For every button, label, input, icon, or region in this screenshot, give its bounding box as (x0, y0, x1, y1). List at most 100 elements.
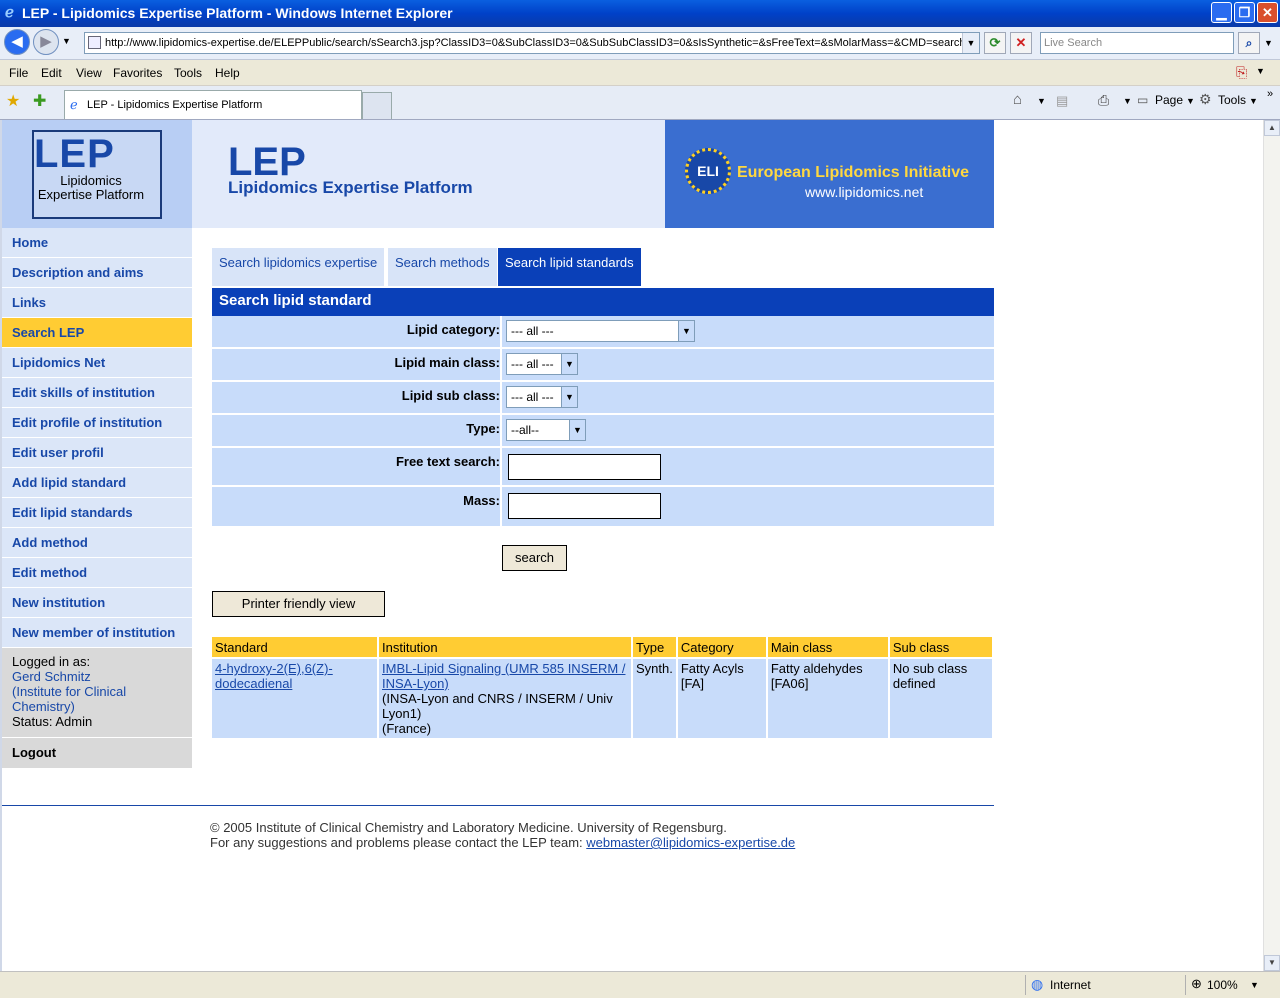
close-button[interactable]: ✕ (1257, 2, 1278, 23)
site-subtitle: Lipidomics Expertise Platform (228, 178, 473, 197)
menu-favorites[interactable]: Favorites (113, 66, 162, 80)
main-class-cell: --- all --- ▼ (500, 349, 994, 380)
sidebar-item-links[interactable]: Links (2, 288, 192, 318)
eli-stars-icon: ELI (685, 148, 731, 194)
category-label: Lipid category: (406, 322, 500, 337)
page-menu[interactable]: Page (1155, 93, 1183, 107)
research-icon[interactable]: ⎘ (1236, 64, 1247, 81)
free-text-input[interactable] (508, 454, 661, 480)
menu-file[interactable]: File (9, 66, 28, 80)
category-select[interactable]: --- all --- ▼ (506, 320, 695, 342)
maximize-button[interactable]: ❐ (1234, 2, 1255, 23)
logout-link[interactable]: Logout (2, 738, 192, 768)
scroll-down-icon[interactable]: ▼ (1264, 955, 1280, 971)
forward-button[interactable]: ▶ (33, 29, 59, 55)
mass-input[interactable] (508, 493, 661, 519)
favorites-star-icon[interactable]: ★ (6, 91, 20, 111)
type-select-value: --all-- (511, 423, 539, 437)
cell-sub-class: No sub class defined (888, 657, 995, 738)
search-icon[interactable]: ⌕ (1238, 32, 1260, 54)
free-text-cell (500, 448, 994, 485)
vertical-scrollbar[interactable]: ▲ ▼ (1263, 120, 1280, 971)
footer-contact-text: For any suggestions and problems please … (210, 835, 587, 850)
tools-dropdown-icon[interactable]: ▼ (1249, 96, 1258, 106)
eli-banner[interactable]: ELI European Lipidomics Initiative www.l… (665, 120, 994, 228)
sub-class-cell: --- all --- ▼ (500, 382, 994, 413)
logo-subtext: Lipidomics Expertise Platform (37, 173, 145, 202)
sidebar-item-new-member[interactable]: New member of institution (2, 618, 192, 648)
zoom-level[interactable]: 100% (1207, 978, 1238, 992)
chevron-more-icon[interactable]: » (1267, 88, 1273, 100)
stop-button[interactable]: ✕ (1010, 32, 1032, 54)
category-cell: --- all --- ▼ (500, 316, 994, 347)
new-tab-button[interactable] (362, 92, 392, 119)
back-button[interactable]: ◀ (4, 29, 30, 55)
zoom-dropdown-icon[interactable]: ▼ (1250, 980, 1259, 990)
main-class-select[interactable]: --- all --- ▼ (506, 353, 578, 375)
sidebar-item-new-institution[interactable]: New institution (2, 588, 192, 618)
main-class-select-value: --- all --- (511, 357, 554, 371)
navigation-bar: ◀ ▶ ▼ http://www.lipidomics-expertise.de… (0, 27, 1280, 60)
sidebar-item-add-lipid-standard[interactable]: Add lipid standard (2, 468, 192, 498)
mass-label: Mass: (463, 493, 500, 508)
search-button[interactable]: search (502, 545, 567, 571)
print-icon[interactable]: ⎙ (1098, 92, 1109, 109)
menu-bar: File Edit View Favorites Tools Help ⎘ ▼ (0, 60, 1280, 86)
chevron-down-icon: ▼ (569, 420, 585, 440)
type-select[interactable]: --all-- ▼ (506, 419, 586, 441)
form-row-sub-class: Lipid sub class: --- all --- ▼ (212, 382, 994, 415)
research-dropdown-icon[interactable]: ▼ (1256, 66, 1265, 76)
sidebar-item-add-method[interactable]: Add method (2, 528, 192, 558)
zoom-icon[interactable]: ⊕ (1191, 976, 1202, 992)
address-dropdown-icon[interactable]: ▼ (962, 33, 979, 53)
menu-tools[interactable]: Tools (174, 66, 202, 80)
sidebar-item-edit-user[interactable]: Edit user profil (2, 438, 192, 468)
page-dropdown-icon[interactable]: ▼ (1186, 96, 1195, 106)
sidebar-item-lipidomics-net[interactable]: Lipidomics Net (2, 348, 192, 378)
tab-search-lipid-standards[interactable]: Search lipid standards (498, 248, 641, 286)
login-info: Logged in as: Gerd Schmitz (Institute fo… (2, 648, 192, 738)
tools-menu[interactable]: Tools (1218, 93, 1246, 107)
sidebar-item-search-lep[interactable]: Search LEP (2, 318, 192, 348)
cell-standard: 4-hydroxy-2(E),6(Z)-dodecadienal (212, 657, 379, 738)
home-dropdown-icon[interactable]: ▼ (1037, 96, 1046, 106)
menu-edit[interactable]: Edit (41, 66, 62, 80)
tab-search-methods[interactable]: Search methods (388, 248, 497, 286)
printer-friendly-button[interactable]: Printer friendly view (212, 591, 385, 617)
globe-icon: ◍ (1031, 976, 1044, 992)
menu-help[interactable]: Help (215, 66, 240, 80)
refresh-button[interactable]: ⟳ (984, 32, 1006, 54)
footer-divider (2, 805, 994, 806)
user-name: Gerd Schmitz (12, 669, 91, 684)
browser-tab-active[interactable]: ℯ LEP - Lipidomics Expertise Platform (64, 90, 362, 119)
institution-link[interactable]: IMBL-Lipid Signaling (UMR 585 INSERM / I… (382, 661, 625, 691)
col-header-sub-class: Sub class (888, 637, 995, 658)
standard-link[interactable]: 4-hydroxy-2(E),6(Z)-dodecadienal (215, 661, 333, 691)
search-options-icon[interactable]: ▼ (1264, 38, 1273, 48)
sidebar-item-home[interactable]: Home (2, 228, 192, 258)
lep-logo[interactable]: LEP Lipidomics Expertise Platform (2, 120, 192, 228)
sidebar-item-edit-method[interactable]: Edit method (2, 558, 192, 588)
address-bar[interactable]: http://www.lipidomics-expertise.de/ELEPP… (84, 32, 980, 54)
sub-class-select[interactable]: --- all --- ▼ (506, 386, 578, 408)
live-search-input[interactable]: Live Search (1040, 32, 1234, 54)
sub-class-select-value: --- all --- (511, 390, 554, 404)
minimize-button[interactable]: ▁ (1211, 2, 1232, 23)
print-dropdown-icon[interactable]: ▼ (1123, 96, 1132, 106)
sidebar-item-edit-skills[interactable]: Edit skills of institution (2, 378, 192, 408)
history-dropdown-icon[interactable]: ▼ (62, 36, 71, 46)
feeds-icon[interactable]: ▤ (1056, 93, 1068, 109)
gear-icon: ⚙ (1199, 91, 1212, 107)
scroll-up-icon[interactable]: ▲ (1264, 120, 1280, 136)
home-icon[interactable]: ⌂ (1013, 91, 1022, 108)
footer-email-link[interactable]: webmaster@lipidomics-expertise.de (586, 835, 795, 850)
sidebar-item-edit-lipid-standards[interactable]: Edit lipid standards (2, 498, 192, 528)
sidebar-item-edit-profile[interactable]: Edit profile of institution (2, 408, 192, 438)
tab-search-expertise[interactable]: Search lipidomics expertise (212, 248, 385, 286)
add-favorites-icon[interactable]: ✚ (33, 91, 46, 111)
cell-main-class: Fatty aldehydes [FA06] (766, 657, 890, 738)
form-row-mass: Mass: (212, 487, 994, 526)
sidebar-item-description[interactable]: Description and aims (2, 258, 192, 288)
type-cell: --all-- ▼ (500, 415, 994, 446)
menu-view[interactable]: View (76, 66, 102, 80)
